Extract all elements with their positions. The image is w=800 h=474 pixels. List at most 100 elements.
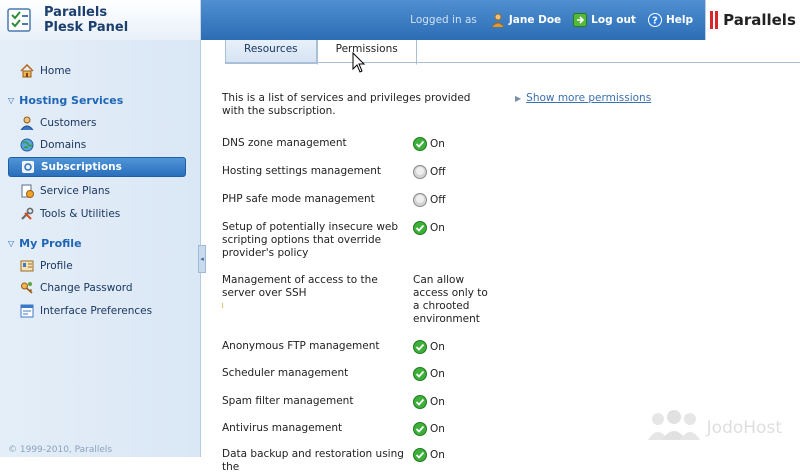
permission-value-hosting-settings: Off <box>413 165 446 179</box>
permission-value-anonymous-ftp: On <box>413 340 445 354</box>
status-on-icon <box>413 448 427 462</box>
sidebar-item-domains[interactable]: Domains <box>20 138 86 152</box>
sidebar-item-label: Subscriptions <box>41 161 122 173</box>
logo-line-1: Parallels <box>44 5 108 20</box>
sidebar-item-interface-preferences[interactable]: Interface Preferences <box>20 304 152 318</box>
permission-value-data-backup: On <box>413 448 445 462</box>
sidebar-item-label: Profile <box>40 260 73 272</box>
sidebar-item-label: Home <box>40 65 72 77</box>
permission-label-dns: DNS zone management <box>222 137 347 149</box>
service-plans-icon <box>20 184 34 198</box>
customers-icon <box>20 116 34 130</box>
status-text: On <box>430 367 445 380</box>
status-text: On <box>430 137 445 150</box>
mouse-pointer-icon <box>352 51 366 74</box>
status-text: On <box>430 422 445 435</box>
preferences-icon <box>20 304 34 318</box>
tab-divider <box>225 62 800 63</box>
permission-value-scheduler: On <box>413 367 445 381</box>
permission-label-ssh-access: Management of access to the server over … <box>222 274 378 299</box>
section-hosting-services[interactable]: ▽ Hosting Services <box>8 94 123 107</box>
status-text: On <box>430 221 445 234</box>
permission-value-ssh-access: Can allow access only to a chrooted envi… <box>413 274 488 325</box>
tab-bar: Resources Permissions <box>225 40 417 65</box>
logged-in-label: Logged in as <box>410 14 477 26</box>
status-on-icon <box>413 221 427 235</box>
permission-label-antivirus: Antivirus management <box>222 422 343 434</box>
permission-value-php-safe-mode: Off <box>413 193 446 207</box>
help-icon: ? <box>647 13 662 27</box>
status-on-icon <box>413 340 427 354</box>
collapse-triangle-icon: ▽ <box>8 96 15 105</box>
logo-line-2: Plesk Panel <box>44 20 129 35</box>
sidebar-item-tools-utilities[interactable]: Tools & Utilities <box>20 207 120 221</box>
sidebar-item-profile[interactable]: Profile <box>20 259 73 273</box>
watermark-text: JodoHost <box>706 417 782 438</box>
logout-label: Log out <box>591 14 636 26</box>
status-text: Off <box>430 165 446 178</box>
status-on-icon <box>413 367 427 381</box>
permission-value-insecure-web-scripting: On <box>413 221 445 235</box>
sidebar-item-label: Customers <box>40 117 97 129</box>
sidebar-item-change-password[interactable]: Change Password <box>20 281 133 295</box>
subscriptions-icon <box>21 160 35 174</box>
show-more-permissions-link[interactable]: ▶ Show more permissions <box>515 92 651 104</box>
section-my-profile[interactable]: ▽ My Profile <box>8 237 82 250</box>
status-text: On <box>430 395 445 408</box>
watermark-people-icon <box>647 410 701 445</box>
plesk-logo-icon <box>6 6 34 34</box>
status-text: Off <box>430 193 446 206</box>
sidebar-item-label: Change Password <box>40 282 133 294</box>
sidebar-item-service-plans[interactable]: Service Plans <box>20 184 110 198</box>
permission-label-anonymous-ftp: Anonymous FTP management <box>222 340 380 352</box>
expand-arrow-icon: ▶ <box>515 93 522 103</box>
parallels-bars-icon <box>710 11 720 29</box>
status-on-icon <box>413 422 427 436</box>
logo[interactable]: Parallels Plesk Panel <box>0 0 201 40</box>
help-button[interactable]: ? Help <box>647 13 693 27</box>
show-more-label: Show more permissions <box>526 92 652 104</box>
permission-label-hosting-settings: Hosting settings management <box>222 165 382 177</box>
home-icon <box>20 64 34 78</box>
watermark: JodoHost <box>647 410 782 445</box>
sidebar-item-subscriptions[interactable]: Subscriptions <box>8 157 186 177</box>
tools-icon <box>20 207 34 221</box>
parallels-brand[interactable]: Parallels <box>705 0 800 40</box>
sidebar-item-label: Tools & Utilities <box>40 208 121 220</box>
status-text: On <box>430 448 445 461</box>
collapse-triangle-icon: ▽ <box>8 239 15 248</box>
section-title: My Profile <box>19 237 82 250</box>
sidebar-item-home[interactable]: Home <box>20 64 71 78</box>
user-menu[interactable]: Jane Doe <box>491 13 561 27</box>
row-marker <box>222 303 223 308</box>
status-on-icon <box>413 137 427 151</box>
logout-button[interactable]: Log out <box>573 13 636 27</box>
status-off-icon <box>413 165 427 179</box>
profile-icon <box>20 259 34 273</box>
intro-text: This is a list of services and privilege… <box>222 92 471 117</box>
permission-label-data-backup: Data backup and restoration using the <box>222 448 404 473</box>
user-name: Jane Doe <box>508 14 562 26</box>
user-icon <box>491 13 505 27</box>
copyright: © 1999-2010, Parallels <box>8 445 113 455</box>
permission-label-php-safe-mode: PHP safe mode management <box>222 193 375 205</box>
permission-label-insecure-web-scripting: Setup of potentially insecure web script… <box>222 221 399 259</box>
status-off-icon <box>413 193 427 207</box>
top-header: Parallels Plesk Panel Logged in as Jane … <box>0 0 800 40</box>
brand-text: Parallels <box>723 11 796 29</box>
permission-label-scheduler: Scheduler management <box>222 367 349 379</box>
logout-icon <box>573 13 588 27</box>
permission-label-spam-filter: Spam filter management <box>222 395 354 407</box>
tab-resources[interactable]: Resources <box>225 40 317 64</box>
main-content: Resources Permissions This is a list of … <box>205 40 800 473</box>
status-text: On <box>430 340 445 353</box>
sidebar-item-label: Service Plans <box>40 185 110 197</box>
status-on-icon <box>413 395 427 409</box>
key-icon <box>20 281 34 295</box>
permission-value-spam-filter: On <box>413 395 445 409</box>
sidebar-item-label: Domains <box>40 139 87 151</box>
domains-icon <box>20 138 34 152</box>
sidebar-item-customers[interactable]: Customers <box>20 116 96 130</box>
sidebar: Home ▽ Hosting Services Customers Domain… <box>0 40 201 457</box>
help-label: Help <box>665 14 693 26</box>
